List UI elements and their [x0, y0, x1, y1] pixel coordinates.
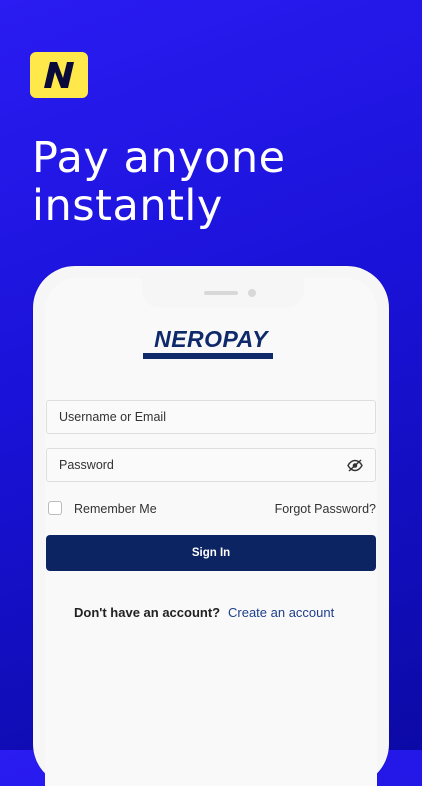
headline-line-2: instantly	[32, 181, 223, 231]
password-placeholder: Password	[59, 458, 114, 472]
headline: Pay anyone instantly	[32, 134, 286, 230]
remember-me-label[interactable]: Remember Me	[74, 502, 157, 516]
username-placeholder: Username or Email	[59, 410, 166, 424]
remember-me-checkbox[interactable]	[48, 501, 62, 515]
forgot-password-link[interactable]: Forgot Password?	[275, 502, 376, 516]
sign-in-button[interactable]: Sign In	[46, 535, 376, 571]
password-field[interactable]: Password	[46, 448, 376, 482]
phone-screen: NEROPAY Username or Email Password Remem…	[45, 278, 377, 786]
create-account-link[interactable]: Create an account	[228, 605, 334, 620]
login-form: Username or Email Password Remember Me F…	[46, 278, 376, 678]
no-account-text: Don't have an account?	[74, 605, 221, 620]
neropay-app-logo-icon	[44, 62, 74, 88]
phone-frame: NEROPAY Username or Email Password Remem…	[33, 266, 389, 786]
eye-slash-icon[interactable]	[347, 459, 363, 472]
headline-line-1: Pay anyone	[32, 133, 286, 183]
username-field[interactable]: Username or Email	[46, 400, 376, 434]
app-logo	[30, 52, 88, 98]
